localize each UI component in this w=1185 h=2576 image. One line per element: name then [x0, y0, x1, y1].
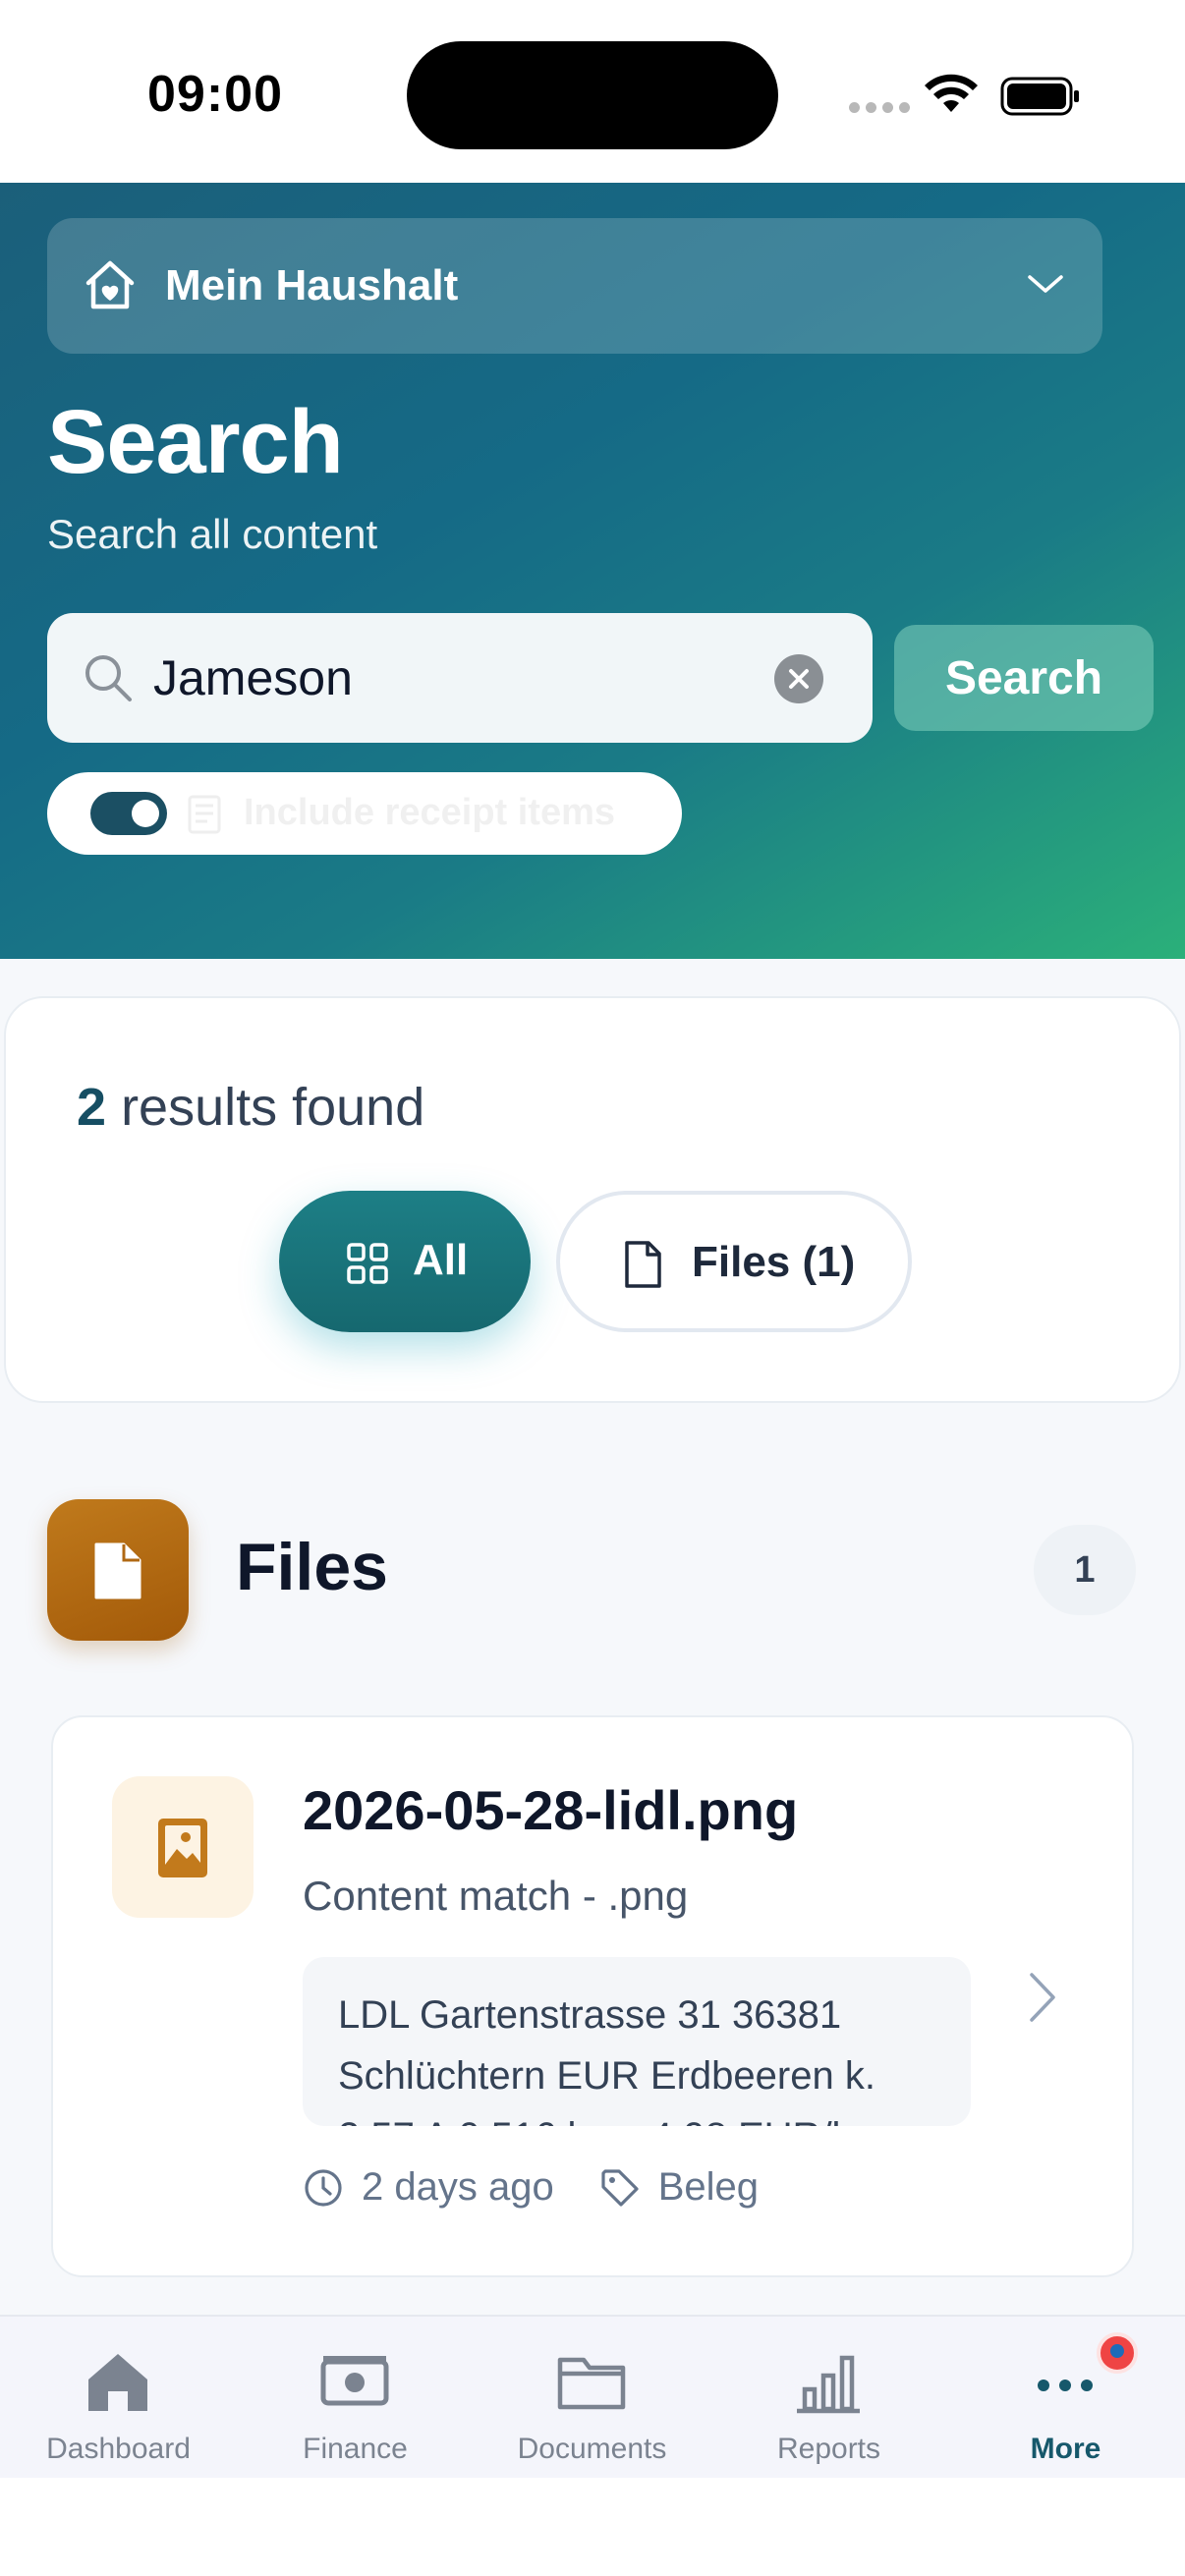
- household-name: Mein Haushalt: [165, 261, 459, 309]
- cellular-signal-icon: [849, 102, 910, 113]
- file-name[interactable]: 2026-05-28-lidl.png: [303, 1778, 798, 1842]
- nav-documents[interactable]: Documents: [474, 2317, 710, 2480]
- file-footer: 2 days ago Beleg: [303, 2165, 759, 2210]
- file-thumbnail: [112, 1776, 254, 1918]
- section-title: Files: [236, 1530, 388, 1604]
- nav-more-label: More: [1030, 2433, 1101, 2465]
- nav-reports[interactable]: Reports: [710, 2317, 947, 2480]
- home-heart-icon: [85, 260, 135, 309]
- folder-icon: [557, 2357, 626, 2410]
- tag-icon: [601, 2168, 639, 2207]
- more-icon: [1038, 2380, 1093, 2391]
- bar-chart-icon: [797, 2355, 860, 2414]
- file-tag-label: Beleg: [657, 2165, 760, 2209]
- wifi-icon: [925, 74, 978, 112]
- nav-finance[interactable]: Finance: [237, 2317, 474, 2480]
- search-icon: [85, 655, 132, 701]
- search-field[interactable]: [47, 613, 873, 743]
- section-count-badge: 1: [1034, 1525, 1136, 1615]
- filter-files-label: Files (1): [692, 1238, 856, 1286]
- bottom-navigation: Dashboard Finance Documents Reports More: [0, 2315, 1185, 2478]
- snippet-text: LDL Gartenstrasse 31 36381 Schlüchtern E…: [338, 1993, 875, 2126]
- file-time: 2 days ago: [362, 2165, 554, 2209]
- nav-dashboard[interactable]: Dashboard: [0, 2317, 237, 2480]
- image-file-icon: [158, 1819, 207, 1877]
- content-snippet: LDL Gartenstrasse 31 36381 Schlüchtern E…: [303, 1957, 971, 2126]
- nav-dashboard-label: Dashboard: [46, 2433, 191, 2465]
- home-indicator-area: [0, 2478, 1185, 2576]
- chevron-down-icon: [1028, 275, 1063, 293]
- receipt-icon: [188, 795, 221, 834]
- status-bar: 09:00: [0, 0, 1185, 183]
- search-header: Mein Haushalt Search Search all content …: [0, 183, 1185, 959]
- search-button[interactable]: Search: [894, 625, 1154, 731]
- file-tag: Beleg: [599, 2165, 759, 2210]
- results-summary-card: 2 results found All Files (1): [4, 996, 1181, 1403]
- filter-all-label: All: [413, 1236, 469, 1284]
- status-time: 09:00: [147, 66, 283, 123]
- close-icon: [789, 669, 809, 689]
- chevron-right-icon[interactable]: [1026, 1971, 1059, 2024]
- filter-all-button[interactable]: All: [279, 1191, 531, 1332]
- nav-more[interactable]: More: [947, 2317, 1184, 2480]
- page-title: Search: [47, 392, 344, 492]
- results-count: 2 results found: [77, 1078, 425, 1137]
- nav-reports-label: Reports: [776, 2433, 881, 2465]
- receipt-toggle-label: Include receipt items: [244, 792, 616, 833]
- grid-icon: [347, 1243, 388, 1284]
- battery-icon: [1000, 77, 1079, 116]
- search-input[interactable]: [153, 643, 782, 713]
- clock-icon: [305, 2168, 342, 2207]
- filter-files-button[interactable]: Files (1): [556, 1191, 912, 1332]
- dynamic-island: [407, 41, 778, 149]
- file-match-info: Content match - .png: [303, 1873, 689, 1919]
- nav-finance-label: Finance: [303, 2433, 408, 2465]
- page-subtitle: Search all content: [47, 511, 378, 557]
- file-result-card[interactable]: 2026-05-28-lidl.png Content match - .png…: [51, 1715, 1134, 2277]
- file-icon: [625, 1241, 661, 1288]
- household-selector[interactable]: Mein Haushalt: [47, 218, 1102, 354]
- include-receipt-items-toggle[interactable]: Include receipt items: [47, 772, 682, 855]
- home-icon: [88, 2354, 147, 2411]
- file-icon: [94, 1542, 141, 1599]
- toggle-switch[interactable]: [90, 792, 167, 835]
- nav-documents-label: Documents: [517, 2433, 667, 2465]
- money-icon: [320, 2356, 389, 2406]
- clear-search-button[interactable]: [774, 654, 823, 703]
- notification-badge: [1097, 2332, 1138, 2374]
- files-section-icon: [47, 1499, 189, 1641]
